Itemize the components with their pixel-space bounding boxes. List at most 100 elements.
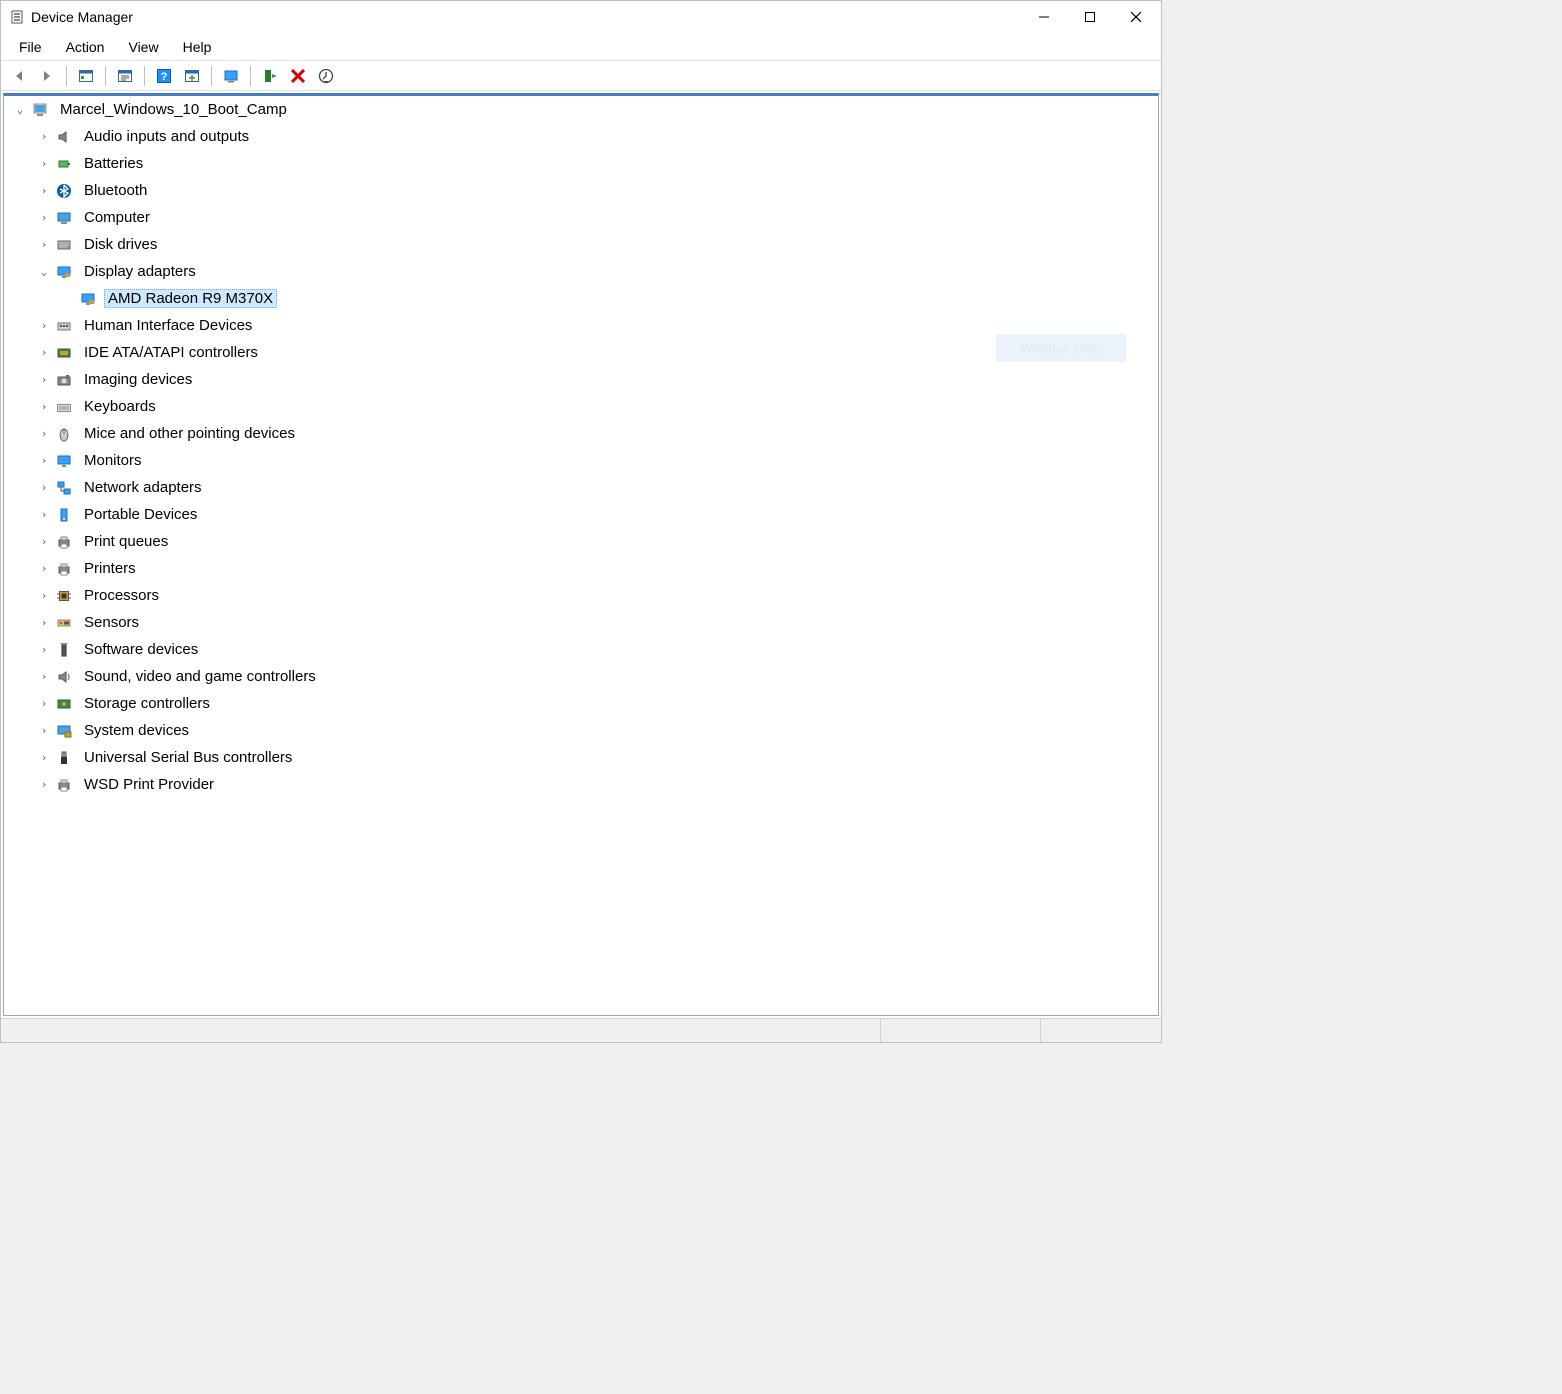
tree-item-disk[interactable]: › Disk drives: [4, 231, 1158, 258]
menu-view[interactable]: View: [116, 35, 170, 59]
tree-item-sound[interactable]: ›Sound, video and game controllers: [4, 663, 1158, 690]
usb-icon: [54, 748, 74, 768]
network-icon: [54, 478, 74, 498]
close-button[interactable]: [1113, 1, 1159, 33]
monitor-icon: [54, 451, 74, 471]
expander-icon[interactable]: ›: [34, 157, 54, 170]
scan-hardware-button[interactable]: [180, 64, 204, 88]
tree-item-audio[interactable]: ›Audio inputs and outputs: [4, 123, 1158, 150]
expander-icon[interactable]: ›: [34, 670, 54, 683]
imaging-icon: [54, 370, 74, 390]
expander-icon[interactable]: ›: [34, 130, 54, 143]
tree-item-label: Monitors: [80, 451, 146, 470]
tree-item-mouse[interactable]: ›Mice and other pointing devices: [4, 420, 1158, 447]
tree-item-storage[interactable]: › Storage controllers: [4, 690, 1158, 717]
expander-icon[interactable]: ›: [34, 778, 54, 791]
expander-icon[interactable]: ›: [34, 481, 54, 494]
expander-icon[interactable]: ›: [34, 373, 54, 386]
properties-button[interactable]: [113, 64, 137, 88]
expander-icon[interactable]: ›: [34, 535, 54, 548]
expander-icon[interactable]: ›: [34, 589, 54, 602]
tree-item-display[interactable]: ⌄ Display adapters: [4, 258, 1158, 285]
expander-icon[interactable]: ›: [34, 724, 54, 737]
tree-item-printer[interactable]: ›Printers: [4, 555, 1158, 582]
tree-item-label: Imaging devices: [80, 370, 196, 389]
expander-icon[interactable]: ›: [34, 238, 54, 251]
expander-icon[interactable]: ›: [34, 616, 54, 629]
system-icon: [54, 721, 74, 741]
tree-item-network[interactable]: ›Network adapters: [4, 474, 1158, 501]
tree-item-sensor[interactable]: › Sensors: [4, 609, 1158, 636]
forward-button[interactable]: [35, 64, 59, 88]
expander-icon[interactable]: ›: [34, 319, 54, 332]
tree-item-processor[interactable]: ›Processors: [4, 582, 1158, 609]
tree-item-label: IDE ATA/ATAPI controllers: [80, 343, 262, 362]
help-button[interactable]: ?: [152, 64, 176, 88]
display-icon: [54, 262, 74, 282]
expander-icon[interactable]: ⌄: [10, 103, 30, 116]
tree-item-label: WSD Print Provider: [80, 775, 218, 794]
tree-item-printer[interactable]: ›Print queues: [4, 528, 1158, 555]
bluetooth-icon: [54, 181, 74, 201]
tree-item-label: Computer: [80, 208, 154, 227]
app-icon: [9, 9, 25, 25]
tree-item-label: Display adapters: [80, 262, 200, 281]
expander-icon[interactable]: ›: [34, 751, 54, 764]
tree-item-label: Sensors: [80, 613, 143, 632]
device-tree[interactable]: ⌄ Marcel_Windows_10_Boot_Camp ›Audio inp…: [3, 93, 1159, 1016]
tree-item-portable[interactable]: ›Portable Devices: [4, 501, 1158, 528]
hid-icon: [54, 316, 74, 336]
battery-icon: [54, 154, 74, 174]
tree-item-printer[interactable]: › WSD Print Provider: [4, 771, 1158, 798]
tree-item-battery[interactable]: ›Batteries: [4, 150, 1158, 177]
tree-item-label: Keyboards: [80, 397, 160, 416]
uninstall-device-button[interactable]: [286, 64, 310, 88]
tree-item-ide[interactable]: › IDE ATA/ATAPI controllers: [4, 339, 1158, 366]
tree-item-label: Storage controllers: [80, 694, 214, 713]
tree-item-system[interactable]: › System devices: [4, 717, 1158, 744]
sensor-icon: [54, 613, 74, 633]
menu-file[interactable]: File: [7, 35, 54, 59]
back-button[interactable]: [7, 64, 31, 88]
expander-icon[interactable]: ›: [34, 346, 54, 359]
expander-icon[interactable]: ›: [34, 643, 54, 656]
toolbar: ?: [1, 61, 1161, 91]
tree-item-keyboard[interactable]: › Keyboards: [4, 393, 1158, 420]
tree-item-software[interactable]: ›Software devices: [4, 636, 1158, 663]
tree-item-label: Human Interface Devices: [80, 316, 256, 335]
tree-root[interactable]: ⌄ Marcel_Windows_10_Boot_Camp: [4, 96, 1158, 123]
status-bar: [1, 1018, 1161, 1042]
portable-icon: [54, 505, 74, 525]
expander-icon[interactable]: ⌄: [34, 265, 54, 278]
expander-icon[interactable]: ›: [34, 184, 54, 197]
tree-item-computer[interactable]: › Computer: [4, 204, 1158, 231]
expander-icon[interactable]: ›: [34, 427, 54, 440]
expander-icon[interactable]: ›: [34, 454, 54, 467]
menu-help[interactable]: Help: [171, 35, 224, 59]
tree-item-label: Disk drives: [80, 235, 161, 254]
maximize-button[interactable]: [1067, 1, 1113, 33]
expander-icon[interactable]: ›: [34, 697, 54, 710]
tree-item-imaging[interactable]: › Imaging devices: [4, 366, 1158, 393]
toolbar-separator: [66, 66, 67, 86]
enable-device-button[interactable]: [258, 64, 282, 88]
tree-item-usb[interactable]: ›Universal Serial Bus controllers: [4, 744, 1158, 771]
tree-item-label: System devices: [80, 721, 193, 740]
snip-hint: Window Snip: [996, 334, 1126, 362]
minimize-button[interactable]: [1021, 1, 1067, 33]
tree-child-amd-radeon[interactable]: AMD Radeon R9 M370X: [4, 285, 1158, 312]
tree-item-bluetooth[interactable]: ›Bluetooth: [4, 177, 1158, 204]
keyboard-icon: [54, 397, 74, 417]
expander-icon[interactable]: ›: [34, 400, 54, 413]
tree-item-monitor[interactable]: › Monitors: [4, 447, 1158, 474]
expander-icon[interactable]: ›: [34, 508, 54, 521]
title-bar: Device Manager: [1, 1, 1161, 33]
expander-icon[interactable]: ›: [34, 211, 54, 224]
show-hide-tree-button[interactable]: [74, 64, 98, 88]
update-driver-button[interactable]: [219, 64, 243, 88]
menu-action[interactable]: Action: [54, 35, 117, 59]
tree-item-hid[interactable]: › Human Interface Devices: [4, 312, 1158, 339]
tree-root-label: Marcel_Windows_10_Boot_Camp: [56, 100, 291, 119]
disable-device-button[interactable]: [314, 64, 338, 88]
expander-icon[interactable]: ›: [34, 562, 54, 575]
